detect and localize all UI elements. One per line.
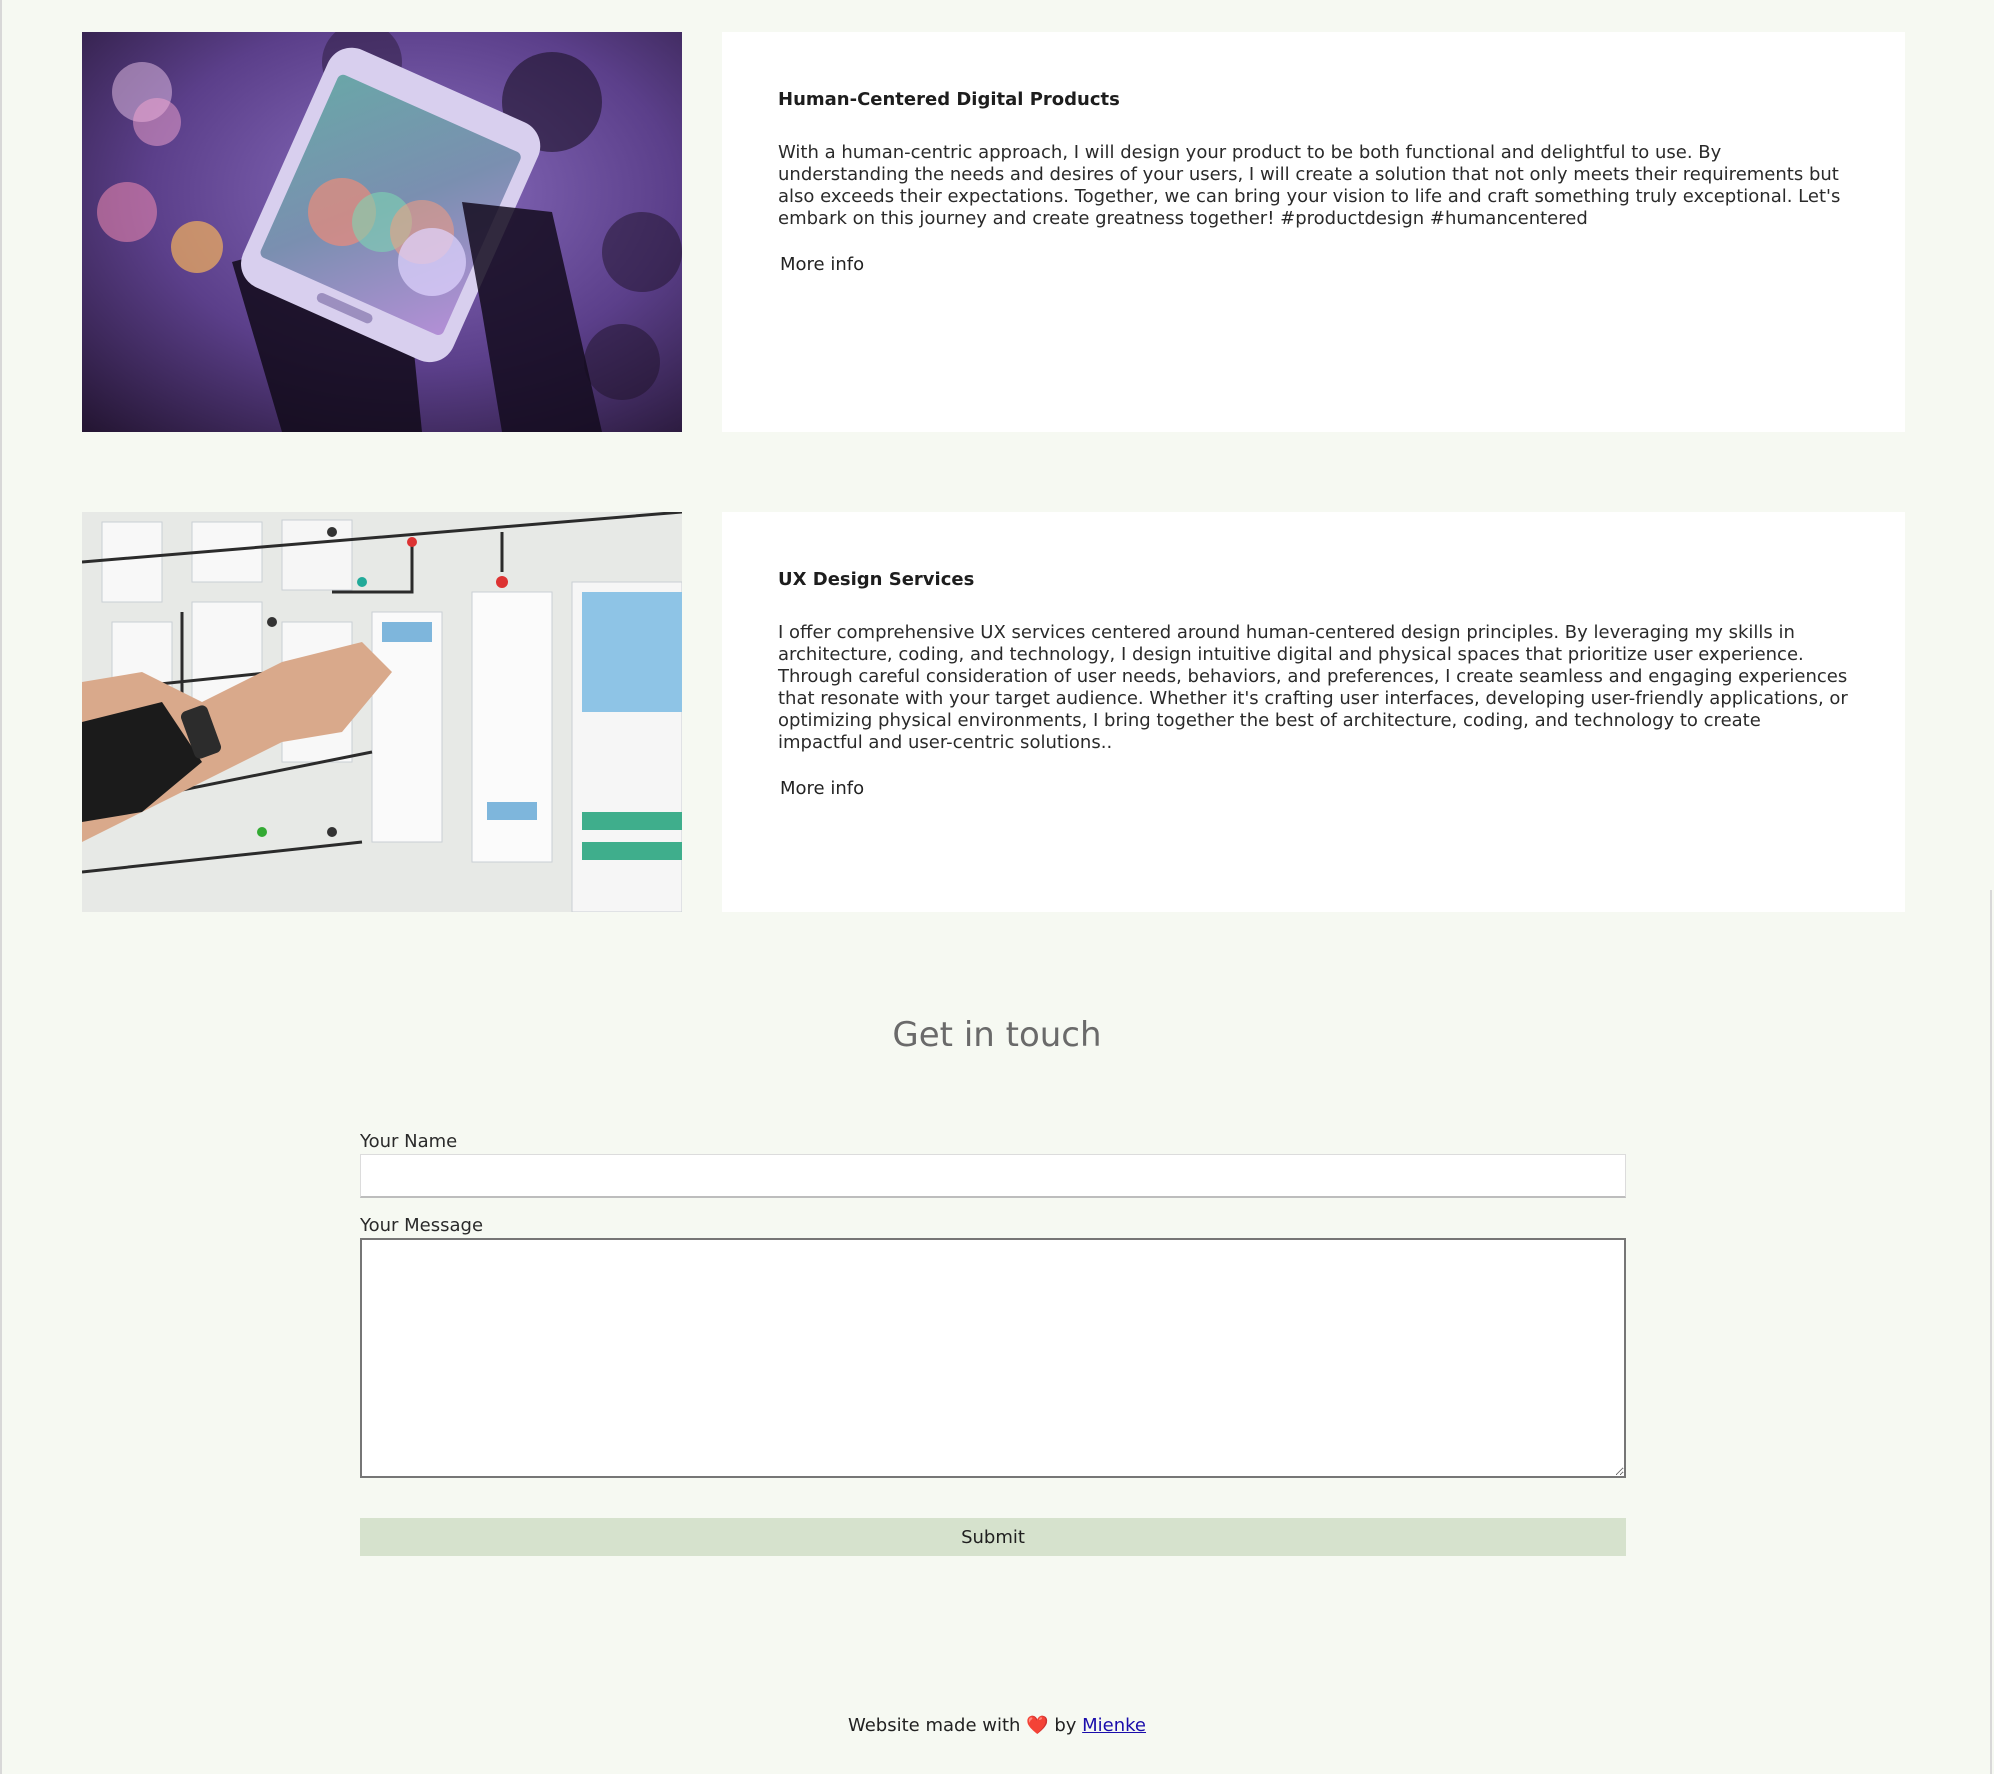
author-link[interactable]: Mienke	[1082, 1715, 1146, 1736]
footer-text: Website made with	[847, 1715, 1021, 1736]
heart-icon: ❤️	[1026, 1715, 1049, 1736]
phone-bokeh-image	[82, 32, 682, 432]
service-description: With a human-centric approach, I will de…	[778, 142, 1841, 229]
service-ux-design: UX Design Services I offer comprehensive…	[82, 512, 1905, 912]
name-input[interactable]	[360, 1154, 1626, 1198]
service-description: I offer comprehensive UX services center…	[778, 622, 1848, 753]
service-title: UX Design Services	[778, 569, 975, 590]
wireframe-board-image	[82, 512, 682, 912]
service-title: Human-Centered Digital Products	[778, 89, 1120, 110]
footer-by-text: by	[1054, 1715, 1077, 1736]
service-card: UX Design Services I offer comprehensive…	[722, 512, 1905, 912]
message-label: Your Message	[360, 1215, 484, 1236]
name-label: Your Name	[360, 1131, 458, 1152]
left-edge-divider	[0, 0, 2, 1774]
more-info-button[interactable]: More info	[778, 254, 864, 275]
more-info-button[interactable]: More info	[778, 778, 864, 799]
contact-form: Your Name Your Message Submit	[360, 1130, 1626, 1556]
footer: Website made with ❤️ by Mienke	[0, 1714, 1994, 1738]
service-card: Human-Centered Digital Products With a h…	[722, 32, 1905, 432]
service-human-centered: Human-Centered Digital Products With a h…	[82, 32, 1905, 432]
contact-heading: Get in touch	[892, 1015, 1102, 1055]
submit-button[interactable]: Submit	[360, 1518, 1626, 1556]
message-textarea[interactable]	[360, 1238, 1626, 1478]
